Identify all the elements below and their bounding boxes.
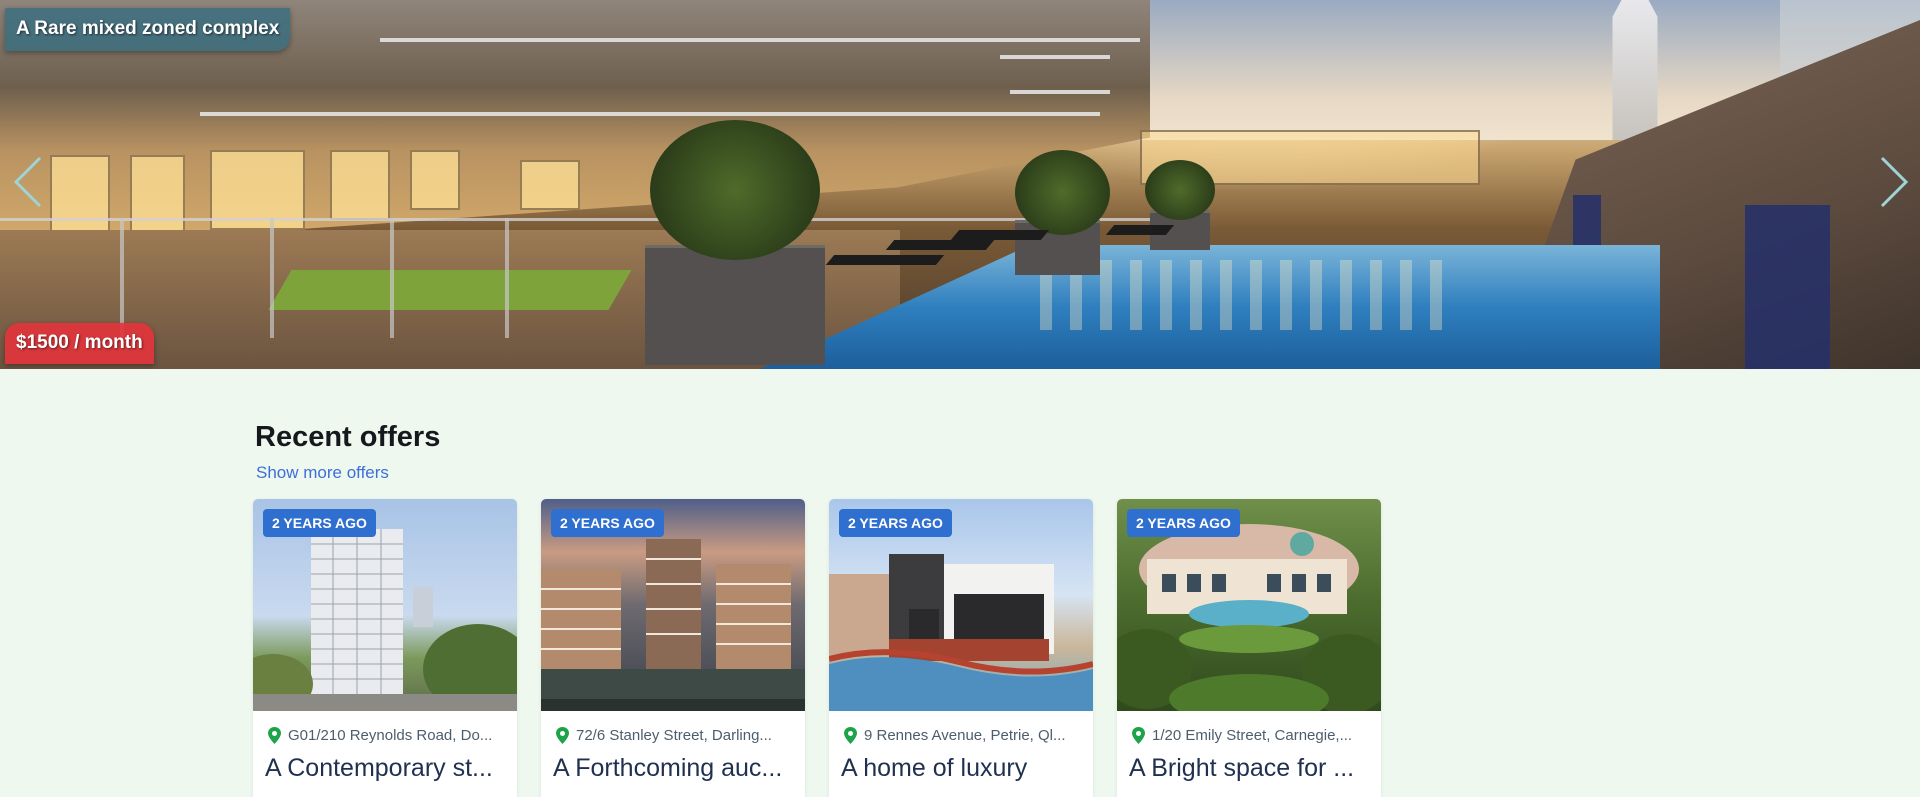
offer-image: 2 years ago — [1117, 499, 1381, 711]
hero-carousel[interactable]: A Rare mixed zoned complex $1500 / month — [0, 0, 1920, 369]
hero-window — [330, 150, 390, 220]
map-pin-icon — [844, 727, 857, 744]
offer-title[interactable]: A home of luxury — [841, 754, 1085, 783]
hero-lounger — [950, 230, 1050, 240]
offer-image: 2 years ago — [829, 499, 1093, 711]
offer-age-badge: 2 years ago — [263, 509, 376, 537]
hero-planter — [645, 245, 825, 365]
hero-window — [410, 150, 460, 210]
hero-railing-post — [120, 218, 124, 338]
offer-address: G01/210 Reynolds Road, Do... — [267, 727, 507, 744]
hero-railing — [0, 218, 1150, 221]
chevron-right-icon — [1880, 156, 1909, 208]
offer-address-text: 72/6 Stanley Street, Darling... — [576, 727, 772, 744]
carousel-next-button[interactable] — [1872, 150, 1912, 214]
offer-card[interactable]: 2 years ago 72/6 Stanley Street, Darling… — [541, 499, 805, 797]
hero-railing-post — [390, 218, 394, 338]
hero-balcony-rail — [1000, 55, 1110, 59]
map-pin-icon — [1132, 727, 1145, 744]
offer-title[interactable]: A Contemporary st... — [265, 754, 509, 783]
offers-list: 2 years ago G01/210 Reynolds Road, Do...… — [253, 499, 1381, 797]
show-more-offers-link[interactable]: Show more offers — [256, 463, 389, 483]
hero-railing-post — [505, 218, 509, 338]
hero-railing-post — [270, 218, 274, 338]
offer-card[interactable]: 2 years ago 1/20 Emily Street, Carnegie,… — [1117, 499, 1381, 797]
hero-sky — [1080, 0, 1780, 140]
hero-lounger — [885, 240, 995, 250]
offer-age-badge: 2 years ago — [1127, 509, 1240, 537]
chevron-left-icon — [13, 156, 42, 208]
hero-plant — [650, 120, 820, 260]
hero-plant — [1145, 160, 1215, 220]
offer-card[interactable]: 2 years ago G01/210 Reynolds Road, Do...… — [253, 499, 517, 797]
hero-window — [520, 160, 580, 210]
hero-lounger — [1105, 225, 1175, 235]
hero-title-badge: A Rare mixed zoned complex — [5, 8, 291, 51]
offer-age-badge: 2 years ago — [551, 509, 664, 537]
offer-title[interactable]: A Forthcoming auc... — [553, 754, 797, 783]
offer-image: 2 years ago — [541, 499, 805, 711]
offer-card[interactable]: 2 years ago 9 Rennes Avenue, Petrie, Ql.… — [829, 499, 1093, 797]
hero-balcony-rail — [200, 112, 1100, 116]
offer-image: 2 years ago — [253, 499, 517, 711]
offer-age-badge: 2 years ago — [839, 509, 952, 537]
map-pin-icon — [268, 727, 281, 744]
hero-lounger — [825, 255, 945, 265]
hero-plant — [1015, 150, 1110, 235]
carousel-prev-button[interactable] — [10, 150, 50, 214]
hero-tile-column — [1745, 205, 1830, 369]
offer-address: 72/6 Stanley Street, Darling... — [555, 727, 795, 744]
offer-address-text: G01/210 Reynolds Road, Do... — [288, 727, 493, 744]
recent-offers-heading: Recent offers — [255, 421, 441, 453]
hero-price-badge: $1500 / month — [5, 323, 154, 364]
hero-lawn — [268, 270, 632, 310]
hero-pool-reflection — [1040, 260, 1460, 330]
offer-address-text: 9 Rennes Avenue, Petrie, Ql... — [864, 727, 1066, 744]
map-pin-icon — [556, 727, 569, 744]
offer-address: 9 Rennes Avenue, Petrie, Ql... — [843, 727, 1083, 744]
hero-balcony-rail — [380, 38, 1140, 42]
offer-title[interactable]: A Bright space for ... — [1129, 754, 1373, 783]
offer-address: 1/20 Emily Street, Carnegie,... — [1131, 727, 1371, 744]
offer-address-text: 1/20 Emily Street, Carnegie,... — [1152, 727, 1353, 744]
hero-balcony-rail — [1010, 90, 1110, 94]
